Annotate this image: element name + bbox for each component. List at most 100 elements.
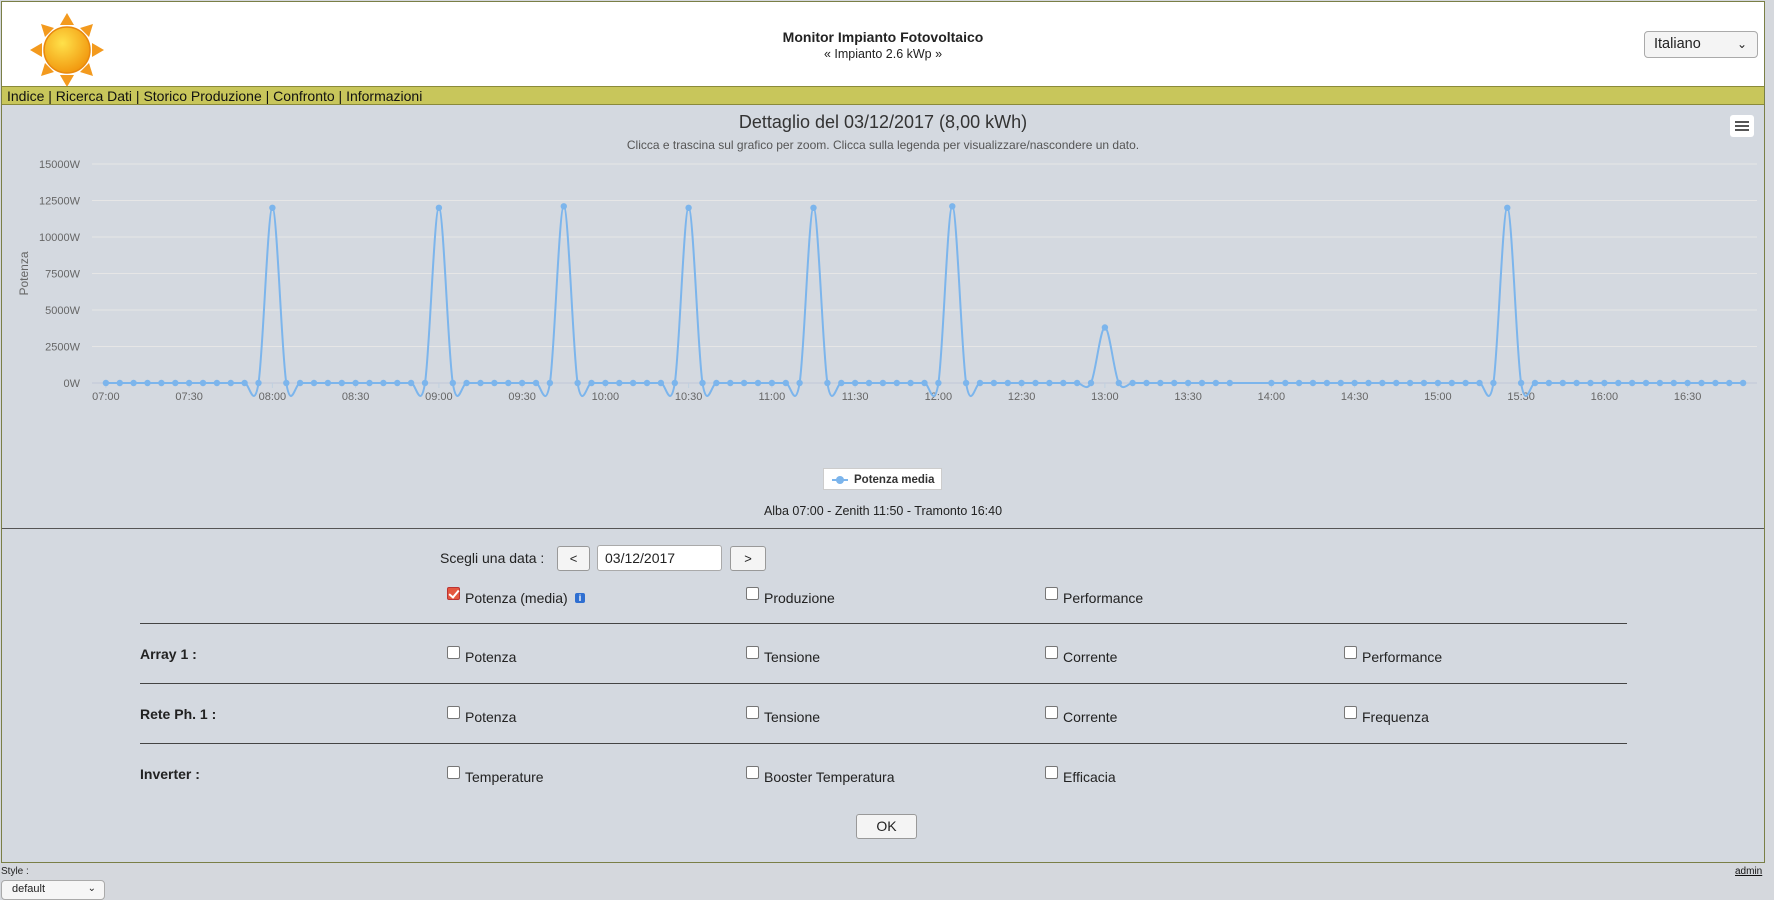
data-point	[1379, 379, 1386, 387]
info-icon[interactable]: i	[575, 593, 585, 603]
nav-item-informazioni[interactable]: Informazioni	[346, 88, 422, 104]
checkbox-array1-potenza[interactable]	[447, 646, 460, 659]
data-point	[324, 379, 332, 387]
data-point	[477, 379, 484, 387]
data-point	[1018, 379, 1025, 387]
nav-item-confronto[interactable]: Confronto	[273, 88, 334, 104]
chevron-down-icon: ⌄	[1736, 37, 1747, 51]
x-tick-label: 16:30	[1674, 391, 1702, 403]
data-point	[1101, 324, 1109, 331]
row-label-inverter: Inverter :	[140, 766, 200, 782]
data-point	[1448, 379, 1456, 387]
legend-item-potenza-media[interactable]: Potenza media	[823, 468, 942, 490]
nav-item-storico-produzione[interactable]: Storico Produzione	[143, 88, 261, 104]
data-point	[1531, 379, 1539, 387]
nav-item-ricerca-dati[interactable]: Ricerca Dati	[56, 88, 132, 104]
data-point	[602, 379, 609, 387]
data-point	[1545, 379, 1553, 387]
data-point	[935, 379, 942, 387]
data-point	[380, 379, 387, 387]
data-point	[518, 379, 526, 387]
power-chart[interactable]: 0W 2500W 5000W 7500W 10000W 12500W 15000W 07:00…	[2, 106, 1764, 466]
data-point	[754, 379, 762, 387]
checkbox-inverter-booster-temperatura[interactable]	[746, 766, 759, 779]
data-point	[102, 379, 110, 387]
style-select-value: default	[12, 883, 46, 895]
y-tick-label: 2500W	[45, 342, 80, 354]
checkbox-label: Temperature	[465, 769, 544, 785]
legend-label: Potenza media	[854, 474, 935, 486]
style-select[interactable]: default ⌄	[1, 880, 105, 900]
data-point	[768, 379, 776, 387]
checkbox-potenza-media[interactable]	[447, 587, 460, 600]
checkbox-array1-corrente[interactable]	[1045, 646, 1058, 659]
x-tick-label: 11:00	[759, 391, 786, 403]
data-point	[796, 379, 803, 387]
data-point	[1046, 379, 1053, 387]
checkbox-performance[interactable]	[1045, 587, 1058, 600]
data-point	[671, 379, 678, 387]
data-point	[629, 379, 637, 387]
checkbox-inverter-efficacia[interactable]	[1045, 766, 1058, 779]
data-point	[1642, 379, 1650, 387]
data-point	[505, 379, 512, 387]
data-point	[1490, 379, 1497, 387]
data-point	[810, 204, 817, 211]
style-label: Style :	[1, 866, 29, 877]
data-point	[1087, 379, 1095, 387]
data-point	[685, 204, 692, 211]
next-date-button[interactable]: >	[730, 546, 766, 571]
checkbox-rete-frequenza[interactable]	[1344, 706, 1357, 719]
data-point	[394, 379, 401, 387]
checkbox-array1-performance[interactable]	[1344, 646, 1357, 659]
checkbox-label: Tensione	[764, 649, 821, 665]
x-tick-label: 12:00	[925, 391, 953, 403]
data-point	[727, 379, 734, 387]
checkbox-array1-tensione[interactable]	[746, 646, 759, 659]
date-input[interactable]: 03/12/2017	[597, 545, 722, 571]
y-axis-label: Potenza	[17, 251, 31, 295]
checkbox-produzione[interactable]	[746, 587, 759, 600]
data-point	[310, 379, 318, 387]
checkbox-label: Corrente	[1063, 649, 1118, 665]
data-point	[1434, 379, 1442, 387]
data-point	[616, 379, 623, 387]
app-subtitle: « Impianto 2.6 kWp »	[823, 47, 943, 61]
ok-button[interactable]: OK	[856, 814, 917, 839]
data-point	[1226, 379, 1234, 387]
language-select[interactable]: Italiano ⌄	[1644, 31, 1758, 58]
data-point	[449, 379, 456, 387]
data-point	[296, 379, 304, 387]
x-tick-label: 15:00	[1424, 391, 1452, 403]
data-point	[1115, 379, 1123, 387]
data-point	[421, 379, 429, 387]
data-point	[1670, 379, 1678, 387]
checkbox-label-performance: Performance	[1063, 590, 1144, 606]
data-point	[1601, 379, 1608, 387]
checkbox-rete-potenza[interactable]	[447, 706, 460, 719]
data-point	[990, 379, 998, 387]
data-point	[1656, 379, 1664, 387]
nav-separator: |	[44, 88, 56, 104]
data-point	[1712, 379, 1719, 387]
data-point	[463, 379, 470, 387]
data-point	[1060, 379, 1067, 387]
admin-link[interactable]: admin	[1735, 866, 1762, 877]
prev-date-button[interactable]: <	[557, 546, 590, 571]
x-tick-label: 10:00	[592, 391, 620, 403]
checkbox-inverter-temperature[interactable]	[447, 766, 460, 779]
data-point	[352, 379, 359, 387]
data-point	[366, 379, 373, 387]
data-point	[976, 379, 984, 387]
data-point	[1406, 379, 1414, 387]
data-point	[879, 379, 887, 387]
row-label-rete-ph1: Rete Ph. 1 :	[140, 706, 217, 722]
data-point	[491, 379, 498, 387]
data-point	[740, 379, 748, 387]
checkbox-rete-tensione[interactable]	[746, 706, 759, 719]
x-tick-label: 13:00	[1091, 391, 1119, 403]
checkbox-rete-corrente[interactable]	[1045, 706, 1058, 719]
data-point	[1129, 379, 1136, 387]
data-point	[1282, 379, 1289, 387]
nav-item-indice[interactable]: Indice	[7, 88, 44, 104]
